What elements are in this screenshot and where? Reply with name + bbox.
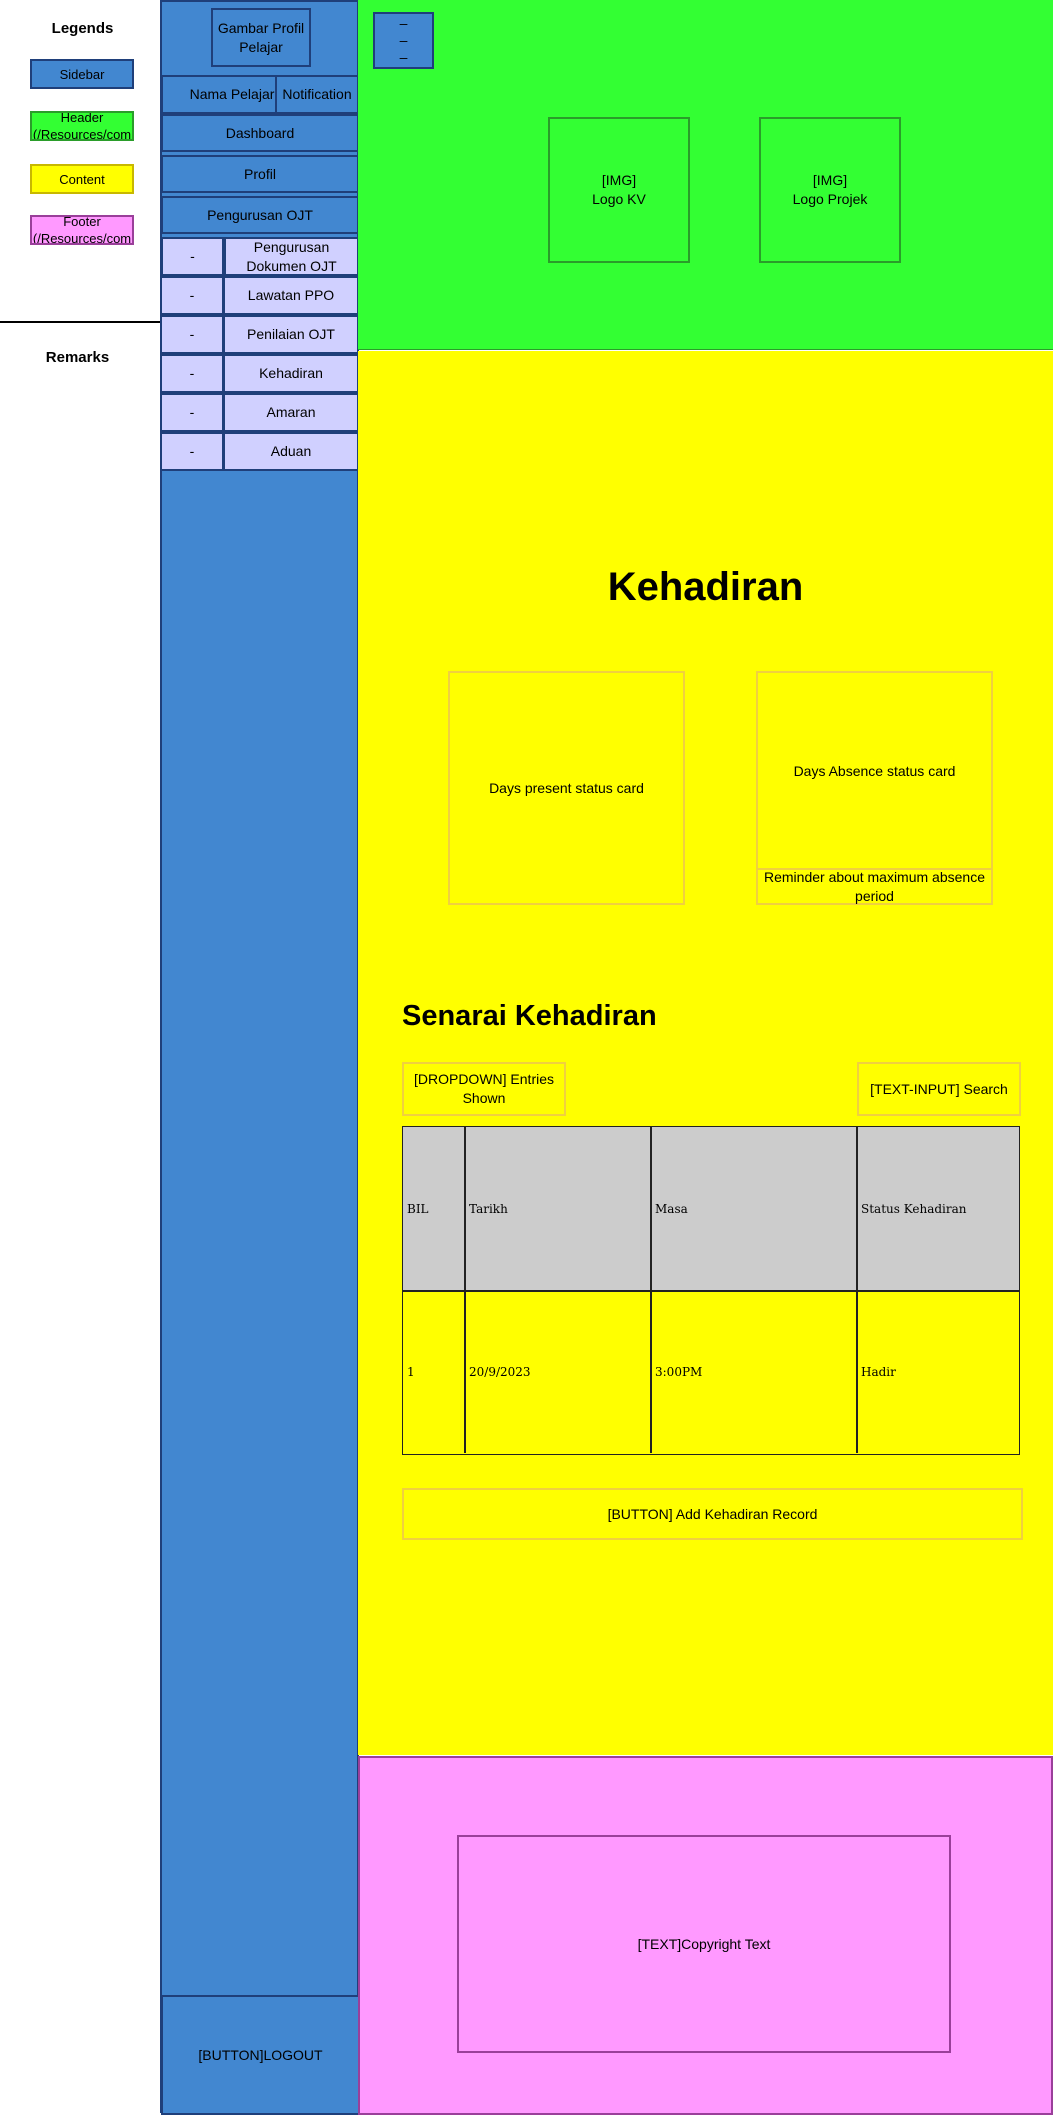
- submenu-marker: -: [160, 393, 224, 432]
- entries-dropdown[interactable]: [DROPDOWN] Entries Shown: [402, 1062, 566, 1116]
- logout-button[interactable]: [BUTTON]LOGOUT: [161, 1995, 360, 2115]
- notification-button[interactable]: Notification: [275, 75, 359, 114]
- submenu-marker: -: [160, 432, 224, 471]
- table-cell-masa: 3:00PM: [655, 1365, 703, 1379]
- table-divider: [403, 1290, 1019, 1292]
- copyright-text: [TEXT]Copyright Text: [457, 1835, 951, 2053]
- sidebar-item-amaran[interactable]: Amaran: [223, 393, 359, 432]
- legend-title: Legends: [51, 20, 114, 37]
- logo-projek-label: Logo Projek: [792, 191, 868, 207]
- sidebar-item-lawatan-ppo[interactable]: Lawatan PPO: [223, 276, 359, 315]
- page-title: Kehadiran: [607, 565, 804, 609]
- table-header-masa: Masa: [651, 1127, 857, 1290]
- sidebar-item-profil[interactable]: Profil: [161, 155, 359, 193]
- logo-projek-tag: [IMG]: [812, 172, 848, 188]
- legend-header: Header (/Resources/com: [30, 111, 134, 141]
- sidebar-item-kehadiran[interactable]: Kehadiran: [223, 354, 359, 393]
- submenu-marker: -: [160, 315, 224, 354]
- logo-kv-label: Logo KV: [592, 191, 646, 207]
- absence-reminder: Reminder about maximum absence period: [756, 868, 993, 905]
- content-area: [358, 351, 1053, 1755]
- sidebar-item-aduan[interactable]: Aduan: [223, 432, 359, 471]
- table-cell-bil: 1: [407, 1365, 415, 1379]
- hamburger-line: –: [399, 49, 408, 65]
- submenu-marker: -: [160, 354, 224, 393]
- legend-content: Content: [30, 164, 134, 194]
- header: [358, 0, 1053, 350]
- days-absence-card: Days Absence status card: [756, 671, 993, 870]
- table-cell-status: Hadir: [861, 1365, 896, 1379]
- legend-divider: [0, 321, 161, 323]
- attendance-table: BIL Tarikh Masa Status Kehadiran 1 20/9/…: [402, 1126, 1020, 1455]
- days-present-card: Days present status card: [448, 671, 685, 905]
- hamburger-line: –: [399, 32, 408, 48]
- submenu-marker: -: [161, 237, 224, 276]
- student-name: Nama Pelajar: [161, 75, 277, 114]
- remarks-title: Remarks: [45, 349, 110, 366]
- sidebar-item-penilaian-ojt[interactable]: Penilaian OJT: [223, 315, 359, 354]
- logo-projek: [IMG] Logo Projek: [759, 117, 901, 263]
- hamburger-menu-icon[interactable]: – – –: [373, 12, 434, 69]
- logo-kv-tag: [IMG]: [601, 172, 637, 188]
- add-kehadiran-button[interactable]: [BUTTON] Add Kehadiran Record: [402, 1488, 1023, 1540]
- sidebar-item-pengurusan-ojt[interactable]: Pengurusan OJT: [161, 196, 359, 234]
- sidebar-item-dashboard[interactable]: Dashboard: [161, 114, 359, 152]
- table-cell-tarikh: 20/9/2023: [469, 1365, 531, 1379]
- list-title: Senarai Kehadiran: [402, 1000, 657, 1032]
- table-header-bil: BIL: [403, 1127, 465, 1290]
- sidebar-item-pengurusan-dokumen-ojt[interactable]: Pengurusan Dokumen OJT: [224, 237, 359, 276]
- profile-image[interactable]: Gambar Profil Pelajar: [211, 8, 311, 67]
- table-header-tarikh: Tarikh: [465, 1127, 651, 1290]
- hamburger-line: –: [399, 15, 408, 31]
- logo-kv: [IMG] Logo KV: [548, 117, 690, 263]
- search-input[interactable]: [TEXT-INPUT] Search: [857, 1062, 1021, 1116]
- legend-footer: Footer (/Resources/com: [30, 215, 134, 245]
- submenu-marker: -: [160, 276, 224, 315]
- legend-sidebar: Sidebar: [30, 59, 134, 89]
- table-header-status: Status Kehadiran: [857, 1127, 1019, 1290]
